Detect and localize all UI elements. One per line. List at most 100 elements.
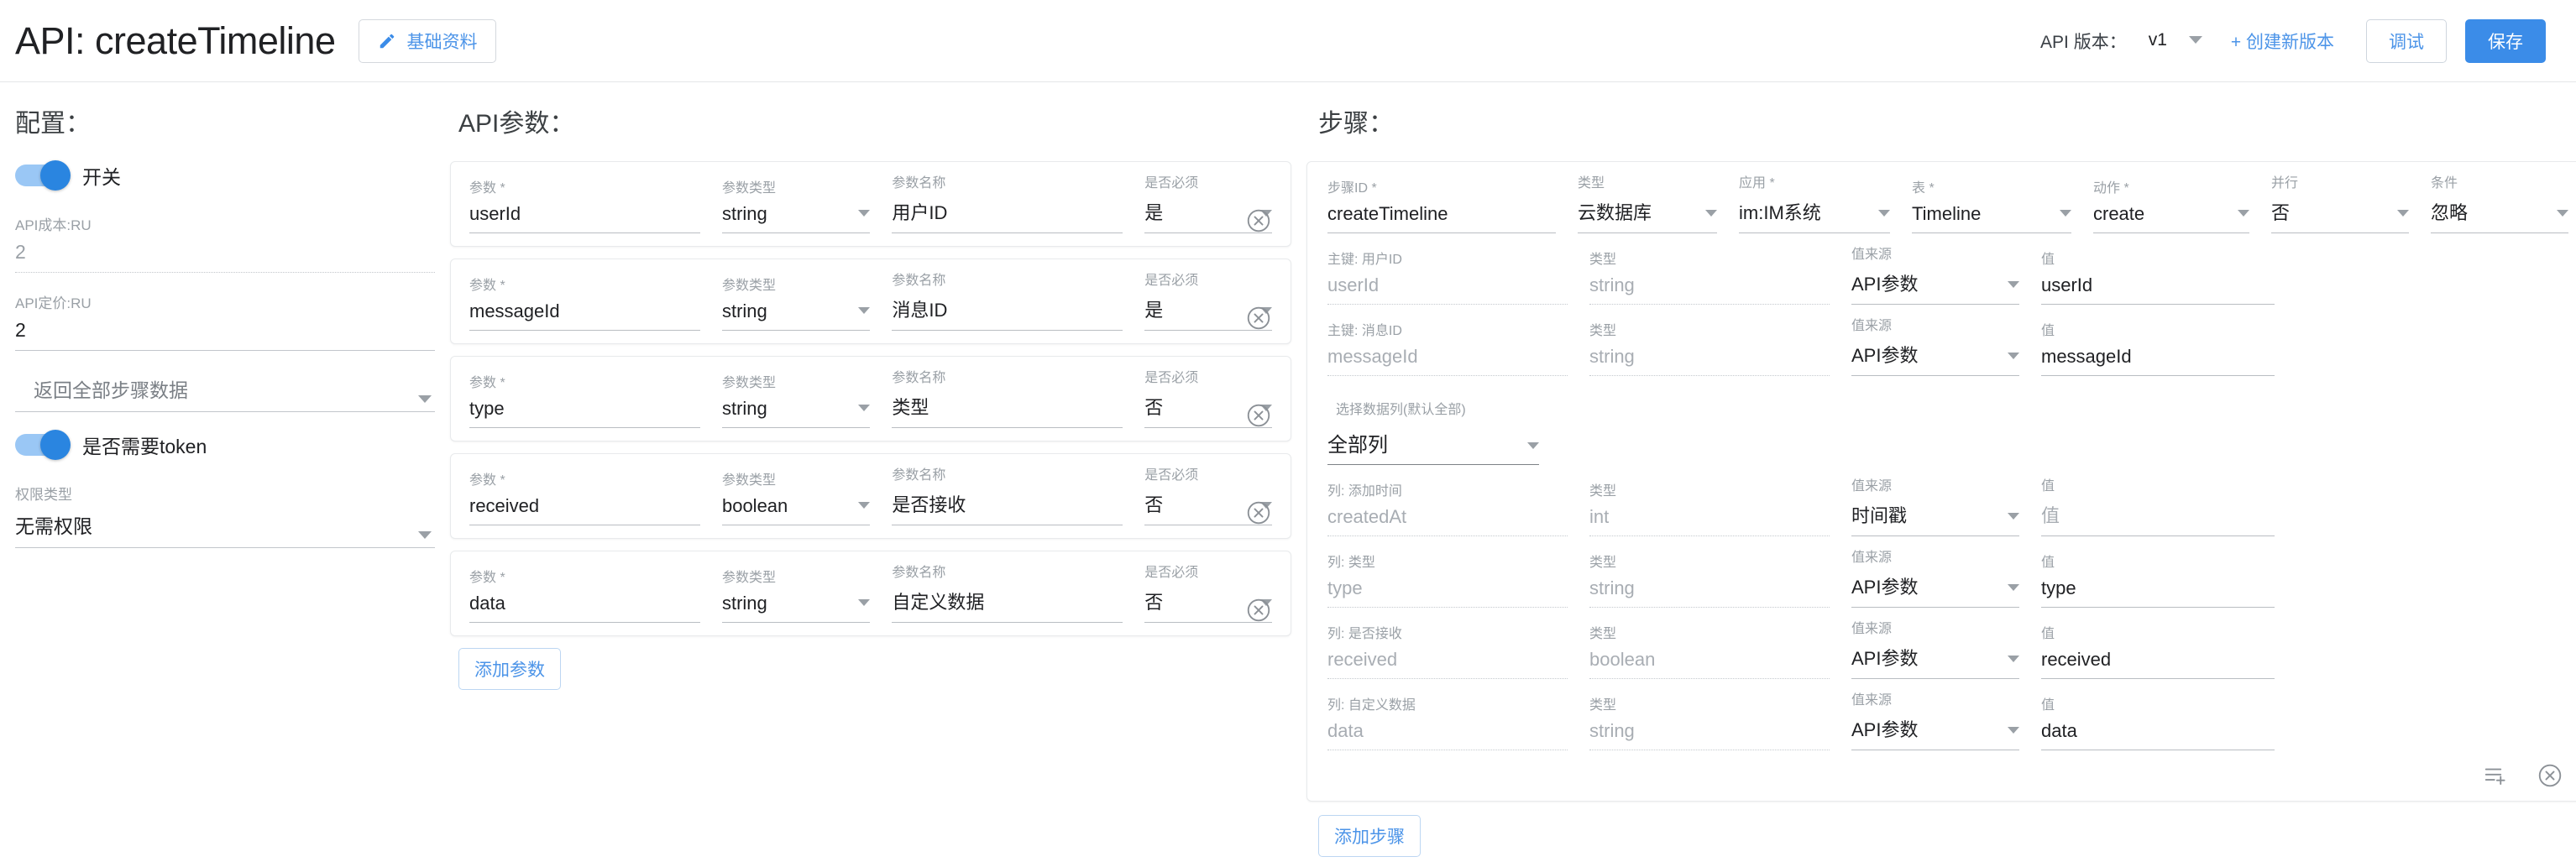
column-source-select[interactable]: 时间戳 — [1851, 501, 2019, 536]
step-action-select[interactable]: create — [2093, 203, 2249, 233]
param-type-select-value: string — [721, 203, 767, 224]
param-type-cell: 参数类型 string — [721, 377, 871, 428]
param-type-cell: 参数类型 string — [721, 572, 871, 623]
param-display-input[interactable]: 消息ID — [892, 295, 1123, 331]
chevron-down-icon — [2008, 353, 2019, 359]
param-type-select[interactable]: string — [721, 300, 871, 331]
key-source-select[interactable]: API参数 — [1851, 269, 2019, 305]
basic-info-button[interactable]: 基础资料 — [359, 18, 497, 63]
param-type-select[interactable]: string — [721, 203, 871, 233]
param-required-select-value: 否 — [1144, 592, 1164, 613]
column-field-name: createdAt — [1327, 506, 1568, 536]
step-type-select[interactable]: 云数据库 — [1578, 198, 1717, 233]
param-name-cell: 参数 * messageId — [469, 279, 700, 331]
column-type-label: 类型 — [1589, 556, 1617, 570]
param-type-cell: 参数类型 boolean — [721, 474, 871, 525]
delete-step-icon[interactable] — [2537, 762, 2563, 789]
param-name-input[interactable]: data — [469, 593, 700, 623]
param-required-select-value: 否 — [1144, 397, 1164, 418]
step-id-input[interactable]: createTimeline — [1327, 203, 1556, 233]
step-column-row: 列: 类型 type 类型 string 值来源 API参数 值 type — [1327, 551, 2568, 608]
delete-param-icon[interactable] — [1245, 402, 1272, 429]
param-display-cell: 参数名称 用户ID — [892, 177, 1123, 233]
api-price-value[interactable]: 2 — [15, 319, 435, 351]
return-mode-field[interactable]: 返回全部步骤数据 — [15, 361, 435, 412]
column-type-label: 类型 — [1589, 484, 1617, 499]
debug-button[interactable]: 调试 — [2366, 18, 2447, 63]
add-column-icon[interactable] — [2483, 763, 2508, 788]
save-button[interactable]: 保存 — [2465, 18, 2546, 63]
token-toggle[interactable] — [15, 430, 71, 460]
column-source-select[interactable]: API参数 — [1851, 572, 2019, 608]
column-select[interactable]: 全部列 — [1327, 428, 1539, 465]
return-mode-select[interactable]: 返回全部步骤数据 — [15, 374, 435, 412]
delete-param-icon[interactable] — [1245, 305, 1272, 332]
step-condition-select[interactable]: 忽略 — [2431, 198, 2568, 233]
api-version-value: v1 — [2148, 29, 2167, 50]
step-card: 步骤ID * createTimeline 类型 云数据库 应用 * im:IM系统表 *… — [1306, 161, 2576, 802]
auth-type-value: 无需权限 — [15, 515, 92, 537]
step-app-select-value: im:IM系统 — [1739, 202, 1821, 223]
param-type-select[interactable]: string — [721, 593, 871, 623]
api-version-select[interactable]: v1 — [2149, 30, 2202, 52]
delete-param-icon[interactable] — [1245, 207, 1272, 234]
column-select-wrap: 选择数据列(默认全部) 全部列 — [1327, 398, 2568, 465]
param-display-input[interactable]: 是否接收 — [892, 490, 1123, 525]
param-display-input[interactable]: 类型 — [892, 393, 1123, 428]
step-parallel-select[interactable]: 否 — [2271, 198, 2409, 233]
key-field-name: messageId — [1327, 346, 1568, 376]
param-row: 参数 * received 参数类型 boolean 参数名称 是否接收 是否必须否 — [469, 469, 1272, 525]
step-action-cell: 动作 * create — [2093, 182, 2249, 233]
step-action-label: 动作 * — [2093, 181, 2129, 196]
column-value-input[interactable]: 值 — [2041, 501, 2275, 536]
create-new-version-link[interactable]: + 创建新版本 — [2231, 29, 2334, 54]
column-type-cell: 类型 string — [1589, 556, 1830, 608]
required-marker: * — [1368, 181, 1377, 196]
key-source-select-value: API参数 — [1851, 274, 1919, 295]
column-value-input[interactable]: data — [2041, 720, 2275, 750]
key-value-cell: 值 messageId — [2041, 325, 2275, 376]
switch-toggle[interactable] — [15, 160, 71, 191]
required-marker: * — [496, 279, 505, 293]
param-display-input[interactable]: 自定义数据 — [892, 588, 1123, 623]
delete-param-icon[interactable] — [1245, 597, 1272, 624]
param-display-input[interactable]: 用户ID — [892, 198, 1123, 233]
param-name-input[interactable]: userId — [469, 203, 700, 233]
add-param-button[interactable]: 添加参数 — [458, 648, 561, 690]
step-parallel-select-value: 否 — [2271, 202, 2291, 223]
auth-type-select[interactable]: 无需权限 — [15, 510, 435, 548]
step-type-select-value: 云数据库 — [1578, 202, 1652, 223]
step-type-cell: 类型 云数据库 — [1578, 177, 1717, 233]
delete-param-icon[interactable] — [1245, 499, 1272, 526]
step-app-select[interactable]: im:IM系统 — [1739, 198, 1890, 233]
api-price-field[interactable]: API定价:RU 2 — [15, 283, 435, 351]
key-type-cell: 类型 string — [1589, 325, 1830, 376]
param-name-input[interactable]: messageId — [469, 300, 700, 331]
auth-type-field[interactable]: 权限类型 无需权限 — [15, 474, 435, 548]
api-version-label: API 版本： — [2040, 32, 2127, 52]
param-type-select[interactable]: string — [721, 398, 871, 428]
param-name-input[interactable]: received — [469, 495, 700, 525]
param-name-input[interactable]: type — [469, 398, 700, 428]
column-source-label: 值来源 — [1851, 622, 1893, 636]
key-value-input[interactable]: messageId — [2041, 346, 2275, 376]
required-marker: * — [1766, 176, 1775, 191]
column-source-select[interactable]: API参数 — [1851, 644, 2019, 679]
column-value-input[interactable]: type — [2041, 577, 2275, 608]
key-field-label: 主键: 消息ID — [1327, 324, 1402, 338]
add-step-button[interactable]: 添加步骤 — [1318, 815, 1421, 857]
param-display-cell: 参数名称 是否接收 — [892, 469, 1123, 525]
add-param-wrap: 添加参数 — [458, 648, 1306, 690]
column-source-select[interactable]: API参数 — [1851, 715, 2019, 750]
step-table-select[interactable]: Timeline — [1912, 203, 2071, 233]
key-type-label: 类型 — [1589, 324, 1617, 338]
step-id-label: 步骤ID * — [1327, 181, 1377, 196]
param-type-select[interactable]: boolean — [721, 495, 871, 525]
key-source-select[interactable]: API参数 — [1851, 341, 2019, 376]
column-value-input[interactable]: received — [2041, 649, 2275, 679]
column-name-cell: 列: 是否接收 received — [1327, 628, 1568, 679]
param-type-cell: 参数类型 string — [721, 182, 871, 233]
chevron-down-icon — [2008, 513, 2019, 520]
required-marker: * — [496, 181, 505, 196]
key-value-input[interactable]: userId — [2041, 274, 2275, 305]
